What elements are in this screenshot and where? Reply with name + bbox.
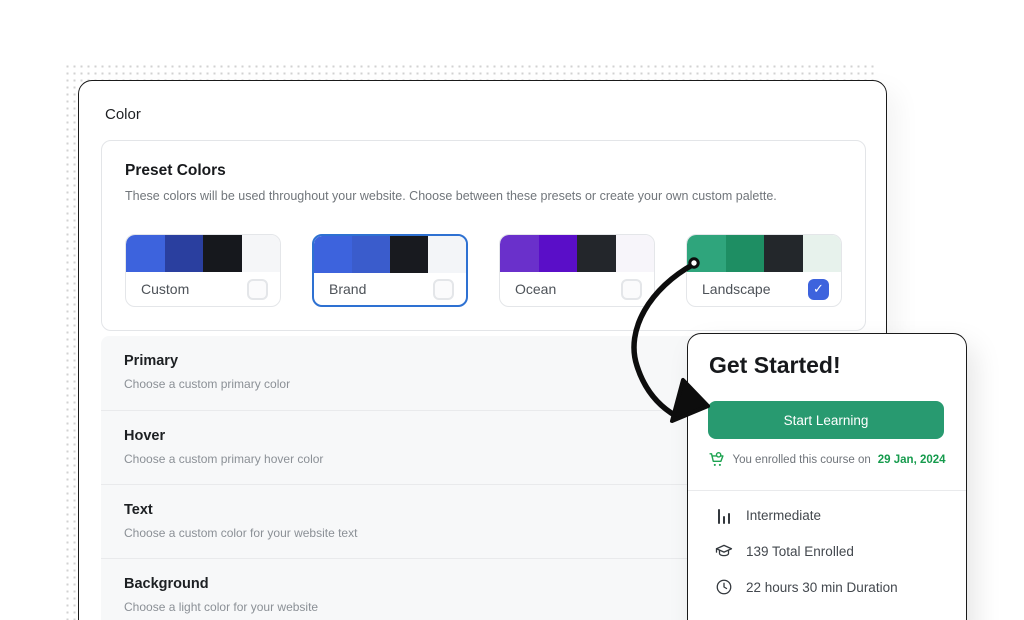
stat-label: 22 hours 30 min Duration xyxy=(746,580,898,595)
palette-color xyxy=(500,235,539,272)
enrolled-text: You enrolled this course on xyxy=(732,454,870,466)
divider xyxy=(688,490,966,491)
clock-icon xyxy=(715,578,733,596)
checkmark-icon: ✓ xyxy=(813,281,824,297)
palette-color xyxy=(803,235,842,272)
preset-option-label: Custom xyxy=(141,281,189,297)
palette-color xyxy=(352,236,390,273)
palette-color xyxy=(616,235,655,272)
preset-option-ocean[interactable]: Ocean xyxy=(499,234,655,307)
palette-color xyxy=(203,235,242,272)
course-preview-card: Get Started! Start Learning You enrolled… xyxy=(687,333,967,620)
enrolled-date: 29 Jan, 2024 xyxy=(878,454,946,466)
palette-color xyxy=(314,236,352,273)
preset-option-label: Landscape xyxy=(702,281,771,297)
preset-option-landscape[interactable]: Landscape ✓ xyxy=(686,234,842,307)
start-learning-button[interactable]: Start Learning xyxy=(708,401,944,439)
preset-option-custom[interactable]: Custom xyxy=(125,234,281,307)
palette-color xyxy=(165,235,204,272)
preset-colors-panel: Preset Colors These colors will be used … xyxy=(101,140,866,331)
preset-checkbox-checked[interactable]: ✓ xyxy=(808,279,829,300)
palette-strip xyxy=(314,236,466,273)
palette-color xyxy=(126,235,165,272)
stat-label: Intermediate xyxy=(746,508,821,523)
preset-colors-title: Preset Colors xyxy=(125,162,226,180)
preset-checkbox[interactable] xyxy=(247,279,268,300)
palette-color xyxy=(428,236,466,273)
preset-options-row: Custom Brand xyxy=(125,234,842,307)
page-title: Color xyxy=(105,106,141,123)
preset-option-brand[interactable]: Brand xyxy=(312,234,468,307)
course-stats-list: Intermediate 139 Total Enrolled xyxy=(715,506,898,596)
stat-enrolled: 139 Total Enrolled xyxy=(715,542,898,560)
graduation-cap-icon xyxy=(715,542,733,560)
palette-color xyxy=(764,235,803,272)
levels-icon xyxy=(715,506,733,524)
preset-checkbox[interactable] xyxy=(433,279,454,300)
palette-strip xyxy=(500,235,654,272)
palette-color xyxy=(687,235,726,272)
stat-label: 139 Total Enrolled xyxy=(746,544,854,559)
course-card-title: Get Started! xyxy=(709,352,841,379)
preset-option-label: Brand xyxy=(329,281,366,297)
palette-color xyxy=(390,236,428,273)
page: Color Preset Colors These colors will be… xyxy=(0,0,1024,620)
preset-option-label: Ocean xyxy=(515,281,556,297)
palette-strip xyxy=(687,235,841,272)
preset-colors-description: These colors will be used throughout you… xyxy=(125,189,777,203)
enrollment-status: You enrolled this course on 29 Jan, 2024 xyxy=(688,451,966,468)
shopping-cart-icon xyxy=(708,451,725,468)
palette-color xyxy=(242,235,281,272)
stat-level: Intermediate xyxy=(715,506,898,524)
stat-duration: 22 hours 30 min Duration xyxy=(715,578,898,596)
palette-strip xyxy=(126,235,280,272)
preset-checkbox[interactable] xyxy=(621,279,642,300)
palette-color xyxy=(577,235,616,272)
palette-color xyxy=(539,235,578,272)
palette-color xyxy=(726,235,765,272)
